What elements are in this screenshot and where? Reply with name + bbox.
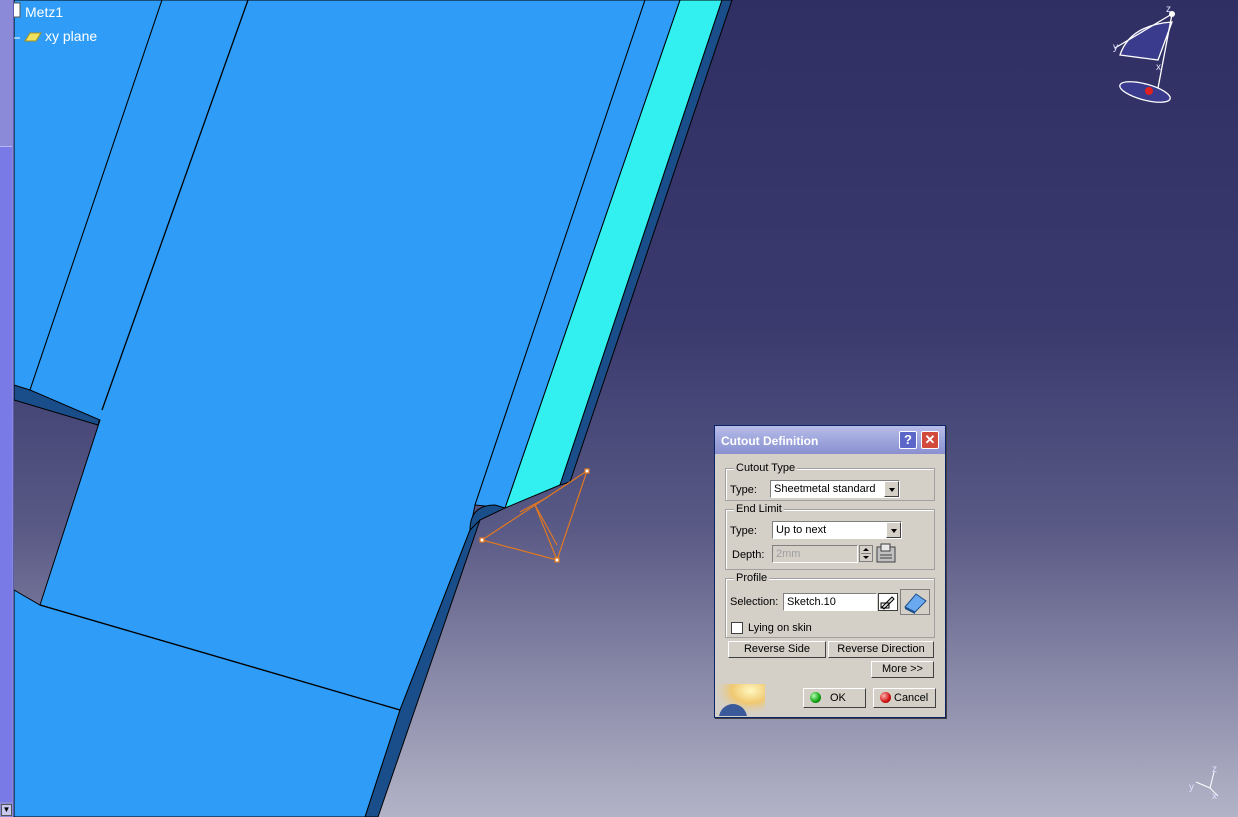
compass-x-label: x [1156,62,1161,73]
cancel-button[interactable]: Cancel [873,688,936,708]
end-limit-group: End Limit Type: Up to next Depth: 2mm [725,503,935,570]
ok-green-icon [810,692,821,703]
compass-z-label: z [1166,4,1171,15]
tree-child-label: xy plane [45,28,98,44]
axis-indicator-x: x [1212,791,1217,802]
3d-viewport[interactable]: z y x z y x Metz1 xy plane ▼ [0,0,1238,817]
cutout-type-dropdown[interactable]: Sheetmetal standard [770,480,900,498]
ok-label: OK [830,692,846,704]
cutout-type-value: Sheetmetal standard [774,483,876,495]
measure-depth-icon[interactable] [875,543,899,565]
reverse-direction-button[interactable]: Reverse Direction [828,641,934,658]
tree-root-part[interactable]: Metz1 [25,4,63,20]
selection-label: Selection: [730,596,779,608]
axis-indicator-z: z [1212,764,1217,775]
profile-group: Profile Selection: Sketch.10 Lying on sk… [725,572,935,638]
depth-field[interactable]: 2mm [772,545,858,563]
cutout-type-label: Type: [730,484,757,496]
cutout-definition-dialog[interactable]: Cutout Definition ? ✕ Cutout Type Type: … [714,425,946,718]
tree-root-label: Metz1 [25,4,64,20]
cancel-label: Cancel [894,692,929,704]
ok-button[interactable]: OK [803,688,866,708]
axis-indicator-y: y [1189,782,1194,793]
tree-item-xy-plane[interactable]: xy plane [45,28,97,44]
lying-on-skin-label: Lying on skin [748,622,812,634]
end-limit-type-value: Up to next [776,524,827,536]
sheetmetal-part-scene[interactable]: z y x z y x [0,0,1238,817]
cutout-type-dropdown-arrow-icon[interactable] [884,481,899,497]
dialog-titlebar[interactable]: Cutout Definition ? ✕ [715,426,945,454]
lying-on-skin-checkbox[interactable] [731,622,743,634]
vertical-scrollbar[interactable]: ▼ [0,0,14,817]
depth-spinner-icon[interactable] [859,545,873,562]
end-limit-type-label: Type: [730,525,757,537]
end-limit-type-dropdown[interactable]: Up to next [772,521,902,539]
close-button[interactable]: ✕ [921,431,939,449]
compass-y-label: y [1113,42,1118,53]
cutout-type-group: Cutout Type Type: Sheetmetal standard [725,462,935,501]
more-button[interactable]: More >> [871,661,934,678]
compass-widget[interactable] [1114,11,1175,106]
profile-selection-value: Sketch.10 [787,596,836,608]
reverse-side-button[interactable]: Reverse Side [728,641,826,658]
sketch-edit-icon[interactable] [878,593,898,611]
dialog-title: Cutout Definition [721,434,819,448]
help-button[interactable]: ? [899,431,917,449]
profile-selection-field[interactable]: Sketch.10 [783,593,877,611]
end-limit-group-label: End Limit [734,503,784,515]
dialog-decoration-globe-icon [717,684,765,716]
sketcher-icon[interactable] [900,589,930,615]
profile-group-label: Profile [734,572,770,584]
depth-label: Depth: [732,549,765,561]
scrollbar-thumb[interactable] [0,146,12,802]
scroll-down-arrow-icon[interactable]: ▼ [1,804,12,816]
depth-value: 2mm [776,548,801,560]
plane-icon [24,32,42,42]
cutout-type-group-label: Cutout Type [734,462,798,474]
end-limit-type-dropdown-arrow-icon[interactable] [886,522,901,538]
cancel-red-icon [880,692,891,703]
